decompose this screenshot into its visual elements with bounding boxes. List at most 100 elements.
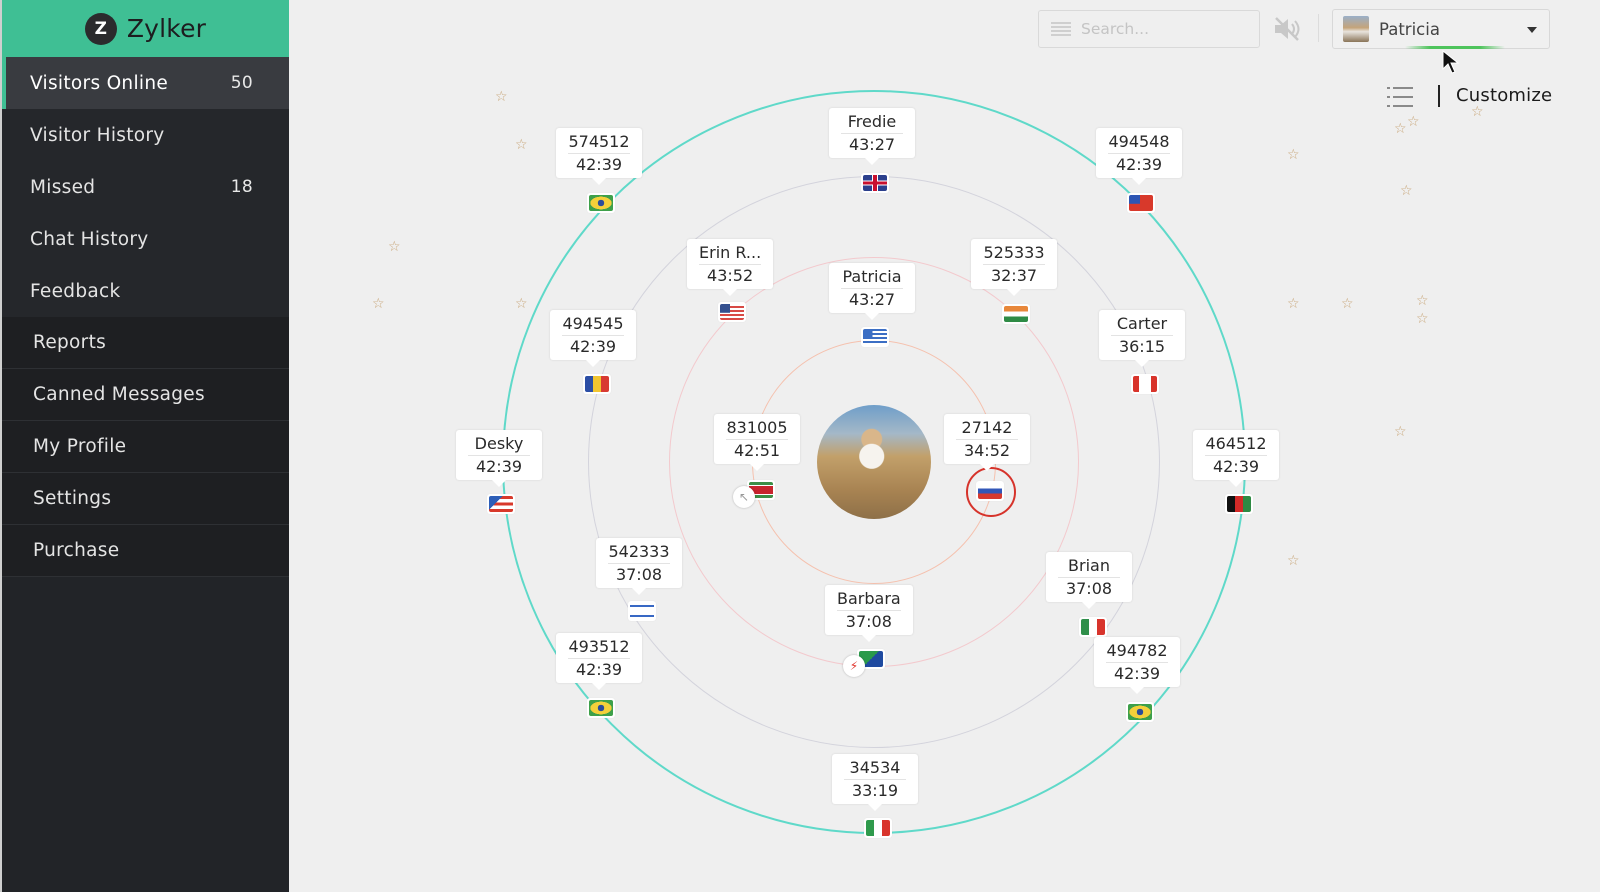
search-input[interactable] <box>1081 20 1241 38</box>
sidebar-item-feedback[interactable]: Feedback <box>2 265 289 317</box>
visitor-name: 494545 <box>562 314 624 336</box>
sidebar-item-count: 50 <box>230 73 253 93</box>
flag-suriname-icon[interactable] <box>747 480 775 500</box>
visitor-bubble[interactable]: 542333 37:08 <box>596 538 682 595</box>
visitor-bubble[interactable]: Erin R... 43:52 <box>687 239 774 296</box>
visitor-name: 27142 <box>956 418 1018 440</box>
flag-greece-icon[interactable] <box>861 327 889 347</box>
visitor-time: 42:39 <box>475 457 523 476</box>
flag-mexico-icon[interactable] <box>1079 617 1107 637</box>
visitor-name: 494548 <box>1108 132 1170 154</box>
sidebar-item-label: Reports <box>33 332 107 353</box>
flag-andorra-icon[interactable] <box>583 374 611 394</box>
sidebar-item-visitor-history[interactable]: Visitor History <box>2 109 289 161</box>
sidebar-item-missed[interactable]: Missed 18 <box>2 161 289 213</box>
visitor-name: Fredie <box>841 112 903 134</box>
search-box[interactable] <box>1038 10 1260 48</box>
visitor-bubble[interactable]: 494545 42:39 <box>550 310 636 367</box>
sidebar-primary-nav: Visitors Online 50 Visitor History Misse… <box>2 57 289 317</box>
sidebar-item-label: Missed <box>30 176 96 198</box>
flag-india-icon[interactable] <box>1002 304 1030 324</box>
flag-puerto-rico-icon[interactable] <box>487 494 515 514</box>
visitor-name: 542333 <box>608 542 670 564</box>
visitor-time: 37:08 <box>1065 579 1113 598</box>
sidebar-item-count: 18 <box>230 177 253 197</box>
sidebar-item-settings[interactable]: Settings <box>2 473 289 525</box>
visitor-bubble[interactable]: Fredie 43:27 <box>829 108 915 165</box>
sidebar-item-visitors-online[interactable]: Visitors Online 50 <box>2 57 289 109</box>
visitor-time: 33:19 <box>851 781 899 800</box>
visitor-time: 42:51 <box>733 441 781 460</box>
flag-canada-icon[interactable] <box>1131 374 1159 394</box>
visitor-time: 43:27 <box>848 290 896 309</box>
sidebar-item-reports[interactable]: Reports <box>2 317 289 369</box>
visitor-name: Desky <box>468 434 530 456</box>
visitor-name: Carter <box>1111 314 1173 336</box>
divider <box>1318 14 1319 42</box>
sidebar-item-my-profile[interactable]: My Profile <box>2 421 289 473</box>
flag-uk-icon[interactable] <box>861 173 889 193</box>
visitor-name: 831005 <box>726 418 788 440</box>
user-name: Patricia <box>1379 19 1440 39</box>
sidebar-item-canned-messages[interactable]: Canned Messages <box>2 369 289 421</box>
visitor-time: 42:39 <box>1212 457 1260 476</box>
sidebar-item-label: Chat History <box>30 228 149 250</box>
visitor-bubble[interactable]: 493512 42:39 <box>556 633 642 690</box>
sidebar-item-label: Visitors Online <box>30 72 169 94</box>
sidebar-item-purchase[interactable]: Purchase <box>2 525 289 577</box>
visitor-bubble[interactable]: Barbara 37:08 <box>825 585 913 642</box>
visitor-name: 493512 <box>568 637 630 659</box>
customize-button[interactable]: Customize <box>1456 85 1552 106</box>
visitor-time: 32:37 <box>990 266 1038 285</box>
visitor-time: 36:15 <box>1118 337 1166 356</box>
list-view-icon[interactable] <box>1387 86 1413 108</box>
visitor-name: 464512 <box>1205 434 1267 456</box>
visitor-bubble[interactable]: 574512 42:39 <box>556 128 642 185</box>
visitor-bubble[interactable]: Brian 37:08 <box>1046 552 1132 609</box>
sidebar-secondary-nav: Reports Canned Messages My Profile Setti… <box>2 317 289 577</box>
sidebar-item-label: Canned Messages <box>33 384 205 405</box>
visitor-time: 43:27 <box>848 135 896 154</box>
flag-italy-icon[interactable] <box>864 818 892 838</box>
flag-brazil-icon[interactable] <box>587 193 615 213</box>
visitor-time: 37:08 <box>615 565 663 584</box>
visitor-name: 34534 <box>844 758 906 780</box>
sidebar-item-chat-history[interactable]: Chat History <box>2 213 289 265</box>
visitor-bubble[interactable]: 494782 42:39 <box>1094 637 1180 694</box>
user-dropdown[interactable]: Patricia <box>1332 9 1550 49</box>
flag-christmas-island-icon[interactable] <box>857 649 885 669</box>
visitor-time: 43:52 <box>707 266 754 285</box>
visitor-name: Patricia <box>841 267 903 289</box>
visitor-time: 34:52 <box>963 441 1011 460</box>
flag-afghanistan-icon[interactable] <box>1225 494 1253 514</box>
flag-brazil-icon[interactable] <box>1126 702 1154 722</box>
flag-israel-icon[interactable] <box>628 601 656 621</box>
flag-russia-icon[interactable] <box>976 481 1004 501</box>
visitor-bubble[interactable]: Desky 42:39 <box>456 430 542 487</box>
visitor-bubble[interactable]: 34534 33:19 <box>832 754 918 811</box>
visitor-time: 42:39 <box>569 337 617 356</box>
sidebar-item-label: My Profile <box>33 436 127 457</box>
flag-brazil-icon[interactable] <box>587 698 615 718</box>
visitor-time: 42:39 <box>575 660 623 679</box>
operator-avatar[interactable] <box>817 405 931 519</box>
visitor-bubble[interactable]: 525333 32:37 <box>971 239 1057 296</box>
flag-usa-icon[interactable] <box>718 302 746 322</box>
speaker-muted-icon[interactable] <box>1272 16 1302 42</box>
sidebar-item-label: Feedback <box>30 280 121 302</box>
brand-name: Zylker <box>126 14 207 43</box>
visitor-bubble[interactable]: 831005 42:51 <box>714 414 800 471</box>
search-menu-icon <box>1051 22 1071 36</box>
visitor-bubble[interactable]: 494548 42:39 <box>1096 128 1182 185</box>
flag-samoa-icon[interactable] <box>1127 193 1155 213</box>
visitor-name: Erin R... <box>699 243 762 265</box>
sidebar-item-label: Purchase <box>33 540 120 561</box>
mouse-cursor-icon <box>1442 49 1464 80</box>
visitor-bubble[interactable]: 27142 34:52 <box>944 414 1030 471</box>
user-avatar <box>1343 16 1369 42</box>
visitor-bubble[interactable]: Patricia 43:27 <box>829 263 915 320</box>
sidebar-item-label: Visitor History <box>30 124 165 146</box>
brand-header: Z Zylker <box>2 0 289 57</box>
visitor-bubble[interactable]: 464512 42:39 <box>1193 430 1279 487</box>
visitor-bubble[interactable]: Carter 36:15 <box>1099 310 1185 367</box>
